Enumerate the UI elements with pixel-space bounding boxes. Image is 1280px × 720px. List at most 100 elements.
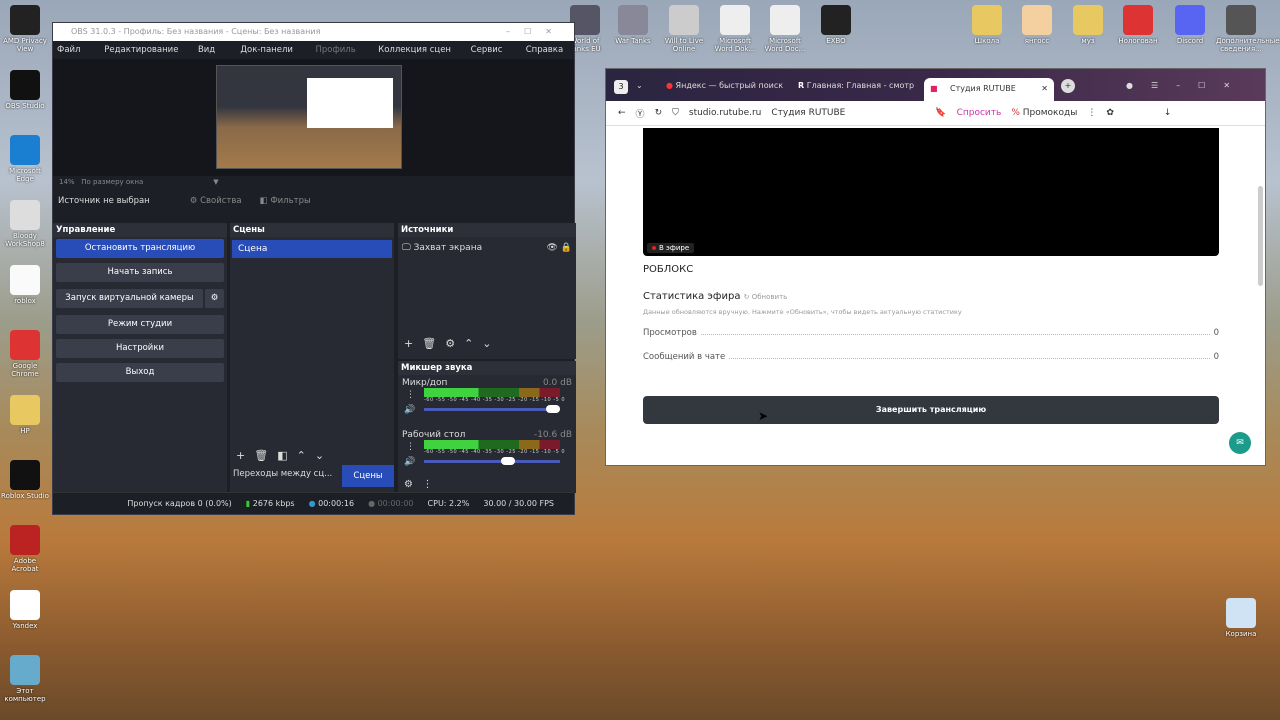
url[interactable]: studio.rutube.ru (689, 108, 762, 118)
app-icon (821, 5, 851, 35)
app-icon (720, 5, 750, 35)
tab-count[interactable]: 3 (614, 80, 628, 94)
lock-icon[interactable]: 🔒 (561, 243, 572, 253)
desktop-icon[interactable]: Adobe Acrobat (0, 525, 50, 573)
menu-tools[interactable]: Сервис (T) (471, 41, 513, 73)
stream-time-value: 00:00:16 (318, 499, 355, 508)
properties-button[interactable]: ⚙ Свойства (190, 196, 242, 206)
studio-mode-button[interactable]: Режим студии (56, 315, 224, 334)
desktop-icon[interactable]: AMD Privacy View (0, 5, 50, 53)
menu-dots-icon[interactable]: ⋮ (406, 442, 415, 452)
tab-rutube-studio[interactable]: ■ Студия RUTUBE ✕ (924, 78, 1054, 101)
volume-slider[interactable] (424, 457, 560, 465)
tab-bar: 3 ⌄ ● Яндекс — быстрый поиск R Главная: … (606, 69, 1265, 101)
speaker-icon[interactable]: 🔊 (404, 457, 415, 467)
gear-icon[interactable]: ⚙ (205, 289, 224, 308)
source-item[interactable]: 🖵 Захват экрана 👁 🔒 (398, 237, 576, 259)
zoom-mode[interactable]: По размеру окна (81, 178, 143, 186)
filters-button[interactable]: ◧ Фильтры (260, 196, 311, 206)
bitrate-value: 2676 kbps (252, 499, 295, 508)
desktop-icon[interactable]: Yandex (0, 590, 50, 630)
source-toolbar[interactable]: +🗑⚙⌃⌄ (404, 337, 501, 350)
refresh-label: Обновить (751, 293, 788, 301)
desktop-icon[interactable]: Will to Live Online (659, 5, 709, 53)
tab-yandex[interactable]: ● Яндекс — быстрый поиск (666, 79, 783, 93)
download-icon[interactable]: ↓ (1164, 108, 1172, 118)
scene-toolbar[interactable]: +🗑◧⌃⌄ (236, 449, 333, 462)
bookmark-icon[interactable]: 🔖 (935, 108, 946, 118)
settings-button[interactable]: Настройки (56, 339, 224, 358)
stream-preview[interactable]: В эфире (643, 128, 1219, 256)
transitions-tab[interactable]: Переходы между сц... (233, 469, 332, 479)
virtual-camera-button[interactable]: Запуск виртуальной камеры (56, 289, 203, 308)
desktop-icon[interactable]: Discord (1165, 5, 1215, 45)
eye-icon[interactable]: 👁 (546, 243, 557, 253)
address-bar[interactable]: ← Ⓨ ↻ ⛉ studio.rutube.ru Студия RUTUBE 🔖 Спр… (606, 101, 1265, 126)
chevron-down-icon[interactable]: ▼ (213, 178, 218, 186)
desktop-icon[interactable]: Microsoft Edge (0, 135, 50, 183)
desktop-icon[interactable]: Школа (962, 5, 1012, 45)
desktop-icon[interactable]: EXBO (811, 5, 861, 45)
desktop-icon[interactable]: Bloody WorkShop8 (0, 200, 50, 248)
close-icon[interactable]: ✕ (1041, 78, 1048, 99)
desktop-icon[interactable]: OBS Studio (0, 70, 50, 110)
desktop-icon[interactable]: Microsoft Word Dok... (710, 5, 760, 53)
page-content: В эфире РОБЛОКС Статистика эфира ↻ Обнов… (606, 126, 1265, 466)
menu-dots-icon[interactable]: ⋮ (406, 390, 415, 400)
promo-button[interactable]: % Промокоды (1011, 108, 1077, 118)
mixer-toolbar[interactable]: ⚙ ⋮ (398, 479, 576, 490)
extension-icon[interactable]: ✿ (1106, 108, 1114, 118)
menu-profile[interactable]: Профиль (P) (316, 41, 366, 73)
scene-item[interactable]: Сцена (232, 240, 392, 258)
stat-chat: Сообщений в чате 0 (643, 352, 1219, 362)
app-icon (1123, 5, 1153, 35)
dock-title: Микшер звука (398, 361, 576, 375)
meter-scale: -60 -55 -50 -45 -40 -35 -30 -25 -20 -15 … (424, 397, 566, 403)
menu-view[interactable]: Вид (V) (198, 41, 227, 73)
promo-label: Промокоды (1022, 108, 1078, 118)
desktop-icon[interactable]: Этот компьютер (0, 655, 50, 703)
menu-docks[interactable]: Док-панели (D) (240, 41, 302, 73)
refresh-button[interactable]: ↻ Обновить (744, 293, 788, 301)
menu-bar: Файл (F) Редактирование (E) Вид (V) Док-… (53, 41, 574, 73)
exit-button[interactable]: Выход (56, 363, 224, 382)
chevron-down-icon[interactable]: ⌄ (636, 79, 643, 93)
ask-button[interactable]: Спросить (957, 108, 1002, 118)
menu-help[interactable]: Справка (H) (526, 41, 574, 73)
desktop-icon[interactable]: War Tanks (608, 5, 658, 45)
speaker-icon[interactable]: 🔊 (404, 405, 415, 415)
icon-label: War Tanks (615, 37, 651, 45)
reload-icon[interactable]: ↻ (655, 108, 663, 118)
desktop-icon[interactable]: Дополнительные сведения... (1216, 5, 1280, 53)
desktop-icon[interactable]: roblox (0, 265, 50, 305)
start-recording-button[interactable]: Начать запись (56, 263, 224, 282)
zoom-level: 14% (59, 178, 75, 186)
menu-scene-collection[interactable]: Коллекция сцен (S) (378, 41, 458, 73)
scenes-tab[interactable]: Сцены (342, 465, 394, 487)
yandex-home-icon[interactable]: Ⓨ (636, 107, 645, 120)
zoom-bar[interactable]: 14% По размеру окна ▼ (53, 176, 574, 188)
desktop-icon[interactable]: HP (0, 395, 50, 435)
desktop-icon[interactable]: Roblox Studio (0, 460, 50, 500)
stop-stream-button[interactable]: Остановить трансляцию (56, 239, 224, 258)
desktop-icon[interactable]: янгосс (1012, 5, 1062, 45)
window-controls[interactable]: –☐✕ (506, 23, 566, 41)
tab-rutube-home[interactable]: R Главная: Главная - смотр (798, 79, 914, 93)
new-tab-button[interactable]: + (1061, 79, 1075, 93)
menu-dots-icon[interactable]: ⋮ (1087, 108, 1096, 118)
volume-meter (424, 440, 560, 449)
desktop-icon-trash[interactable]: Корзина (1216, 598, 1266, 638)
back-icon[interactable]: ← (618, 108, 626, 118)
desktop-icon[interactable]: Google Chrome (0, 330, 50, 378)
desktop-icon[interactable]: Microsoft Word Doc... (760, 5, 810, 53)
menu-edit[interactable]: Редактирование (E) (104, 41, 185, 73)
window-controls[interactable]: ●☰–☐✕ (1126, 79, 1248, 93)
scrollbar[interactable] (1258, 186, 1263, 286)
desktop-icon[interactable]: Нологован (1113, 5, 1163, 45)
support-chat-button[interactable]: ✉ (1229, 432, 1251, 454)
volume-slider[interactable] (424, 405, 560, 413)
preview-area[interactable] (53, 59, 574, 176)
menu-file[interactable]: Файл (F) (57, 41, 91, 73)
desktop-icon[interactable]: муз (1063, 5, 1113, 45)
end-stream-button[interactable]: Завершить трансляцию (643, 396, 1219, 424)
